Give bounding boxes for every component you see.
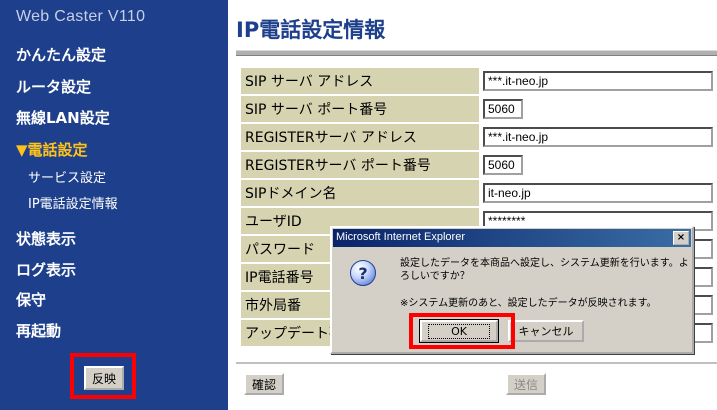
confirm-dialog: Microsoft Internet Explorer × ? 設定したデータを…: [330, 226, 694, 354]
sip-server-address-field[interactable]: ***.it-neo.jp: [483, 71, 713, 91]
menu-router-settings[interactable]: ルータ設定: [16, 76, 91, 97]
ok-button[interactable]: OK: [419, 319, 499, 343]
page-title: IP電話設定情報: [236, 18, 386, 42]
apply-button[interactable]: 反映: [84, 366, 124, 390]
menu-status[interactable]: 状態表示: [16, 228, 76, 249]
row-value-cell: ***.it-neo.jp: [481, 124, 715, 150]
register-server-address-field[interactable]: ***.it-neo.jp: [483, 127, 713, 147]
sip-domain-field[interactable]: it-neo.jp: [483, 183, 713, 203]
row-label: SIP サーバ アドレス: [241, 68, 479, 94]
row-label: REGISTERサーバ ポート番号: [241, 152, 479, 178]
table-row: REGISTERサーバ アドレス ***.it-neo.jp: [241, 124, 715, 150]
table-row: SIP サーバ アドレス ***.it-neo.jp: [241, 68, 715, 94]
row-value-cell: 5060: [481, 96, 715, 122]
close-icon[interactable]: ×: [673, 231, 689, 245]
menu-log[interactable]: ログ表示: [16, 259, 76, 280]
row-label: SIP サーバ ポート番号: [241, 96, 479, 122]
send-button: 送信: [506, 373, 546, 395]
menu-kantan-settings[interactable]: かんたん設定: [16, 44, 106, 65]
register-server-port-field[interactable]: 5060: [483, 155, 523, 175]
row-label: REGISTERサーバ アドレス: [241, 124, 479, 150]
submenu-service-settings[interactable]: サービス設定: [28, 167, 106, 186]
dialog-titlebar[interactable]: Microsoft Internet Explorer ×: [333, 229, 691, 247]
row-value-cell: it-neo.jp: [481, 180, 715, 206]
title-divider: [236, 50, 717, 56]
dialog-message: 設定したデータを本商品へ設定し、システム更新を行います。よろしいですか？: [400, 258, 689, 282]
row-value-cell: 5060: [481, 152, 715, 178]
menu-maintenance[interactable]: 保守: [16, 289, 46, 310]
bottom-divider: [236, 362, 717, 364]
cancel-button[interactable]: キャンセル: [508, 320, 584, 342]
table-row: SIPドメイン名 it-neo.jp: [241, 180, 715, 206]
sip-server-port-field[interactable]: 5060: [483, 99, 523, 119]
table-row: REGISTERサーバ ポート番号 5060: [241, 152, 715, 178]
menu-reboot[interactable]: 再起動: [16, 320, 61, 341]
submenu-ip-phone-info[interactable]: IP電話設定情報: [28, 193, 118, 212]
dialog-note: ※システム更新のあと、設定したデータが反映されます。: [400, 298, 657, 309]
menu-wireless-lan-settings[interactable]: 無線LAN設定: [16, 107, 110, 128]
row-value-cell: ***.it-neo.jp: [481, 68, 715, 94]
sidebar: Web Caster V110 かんたん設定 ルータ設定 無線LAN設定 ▼電話…: [0, 0, 228, 410]
confirm-button[interactable]: 確認: [244, 373, 284, 395]
question-icon: ?: [350, 260, 376, 286]
product-brand: Web Caster V110: [16, 8, 146, 25]
dialog-title: Microsoft Internet Explorer: [336, 231, 465, 243]
ok-button-label: OK: [428, 323, 490, 339]
menu-phone-settings[interactable]: ▼電話設定: [16, 139, 88, 160]
table-row: SIP サーバ ポート番号 5060: [241, 96, 715, 122]
row-label: SIPドメイン名: [241, 180, 479, 206]
